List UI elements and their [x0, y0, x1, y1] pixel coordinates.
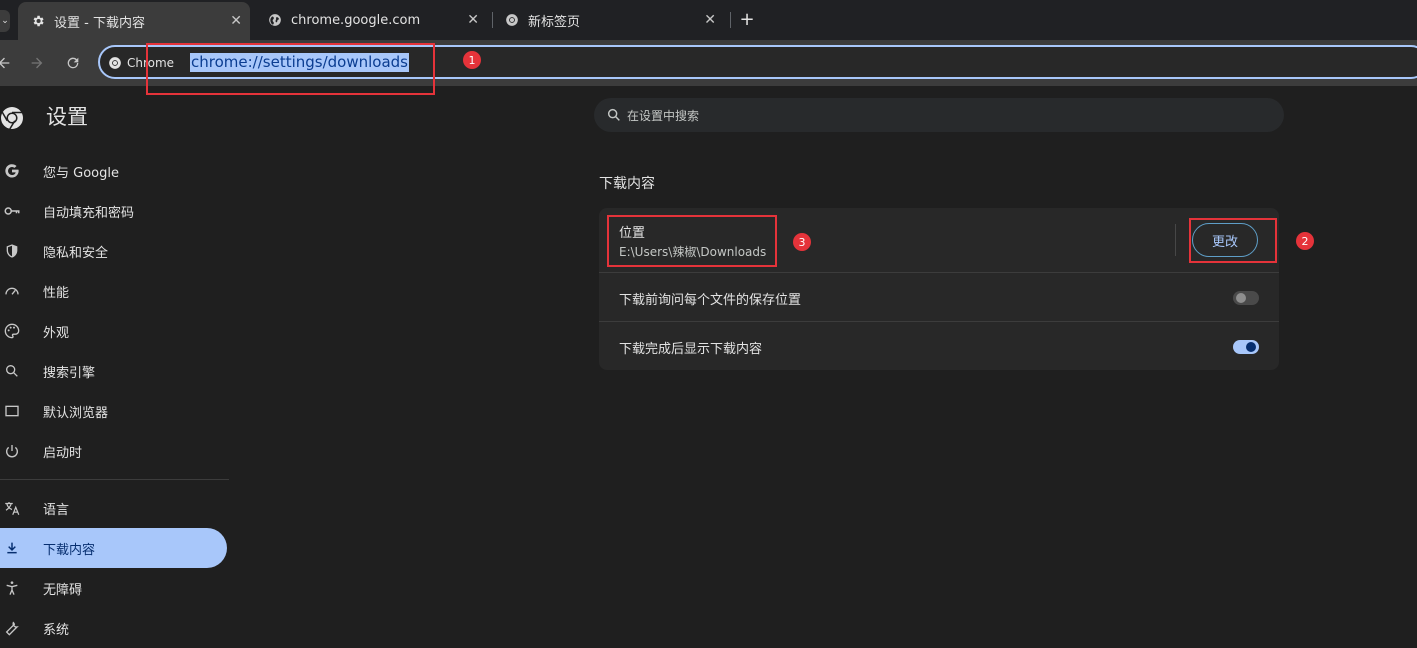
tab-title: 新标签页: [528, 14, 581, 30]
sidebar-item-search-engine[interactable]: 搜索引擎: [0, 351, 227, 391]
globe-icon: [267, 12, 283, 28]
gear-icon: [30, 13, 46, 29]
tab-close-icon[interactable]: ✕: [467, 12, 479, 28]
show-downloads-row[interactable]: 下载完成后显示下载内容: [599, 321, 1279, 370]
shield-icon: [3, 242, 21, 260]
annotation-marker-3: 3: [793, 233, 811, 251]
annotation-marker-1: 1: [463, 51, 481, 69]
tab-close-icon[interactable]: ✕: [230, 13, 242, 29]
settings-search-box[interactable]: 在设置中搜索: [594, 98, 1284, 132]
sidebar-divider: [0, 479, 229, 480]
accessibility-icon: [3, 579, 21, 597]
toggle-knob: [1246, 342, 1256, 352]
tab-chrome-google[interactable]: chrome.google.com ✕: [255, 0, 487, 40]
tab-strip: ⌄ 设置 - 下载内容 ✕ chrome.google.com ✕ 新标签页 ✕…: [0, 0, 1417, 40]
ask-location-row[interactable]: 下载前询问每个文件的保存位置: [599, 272, 1279, 321]
browser-window-icon: [3, 402, 21, 420]
tab-close-icon[interactable]: ✕: [704, 12, 716, 28]
sidebar-item-appearance[interactable]: 外观: [0, 311, 227, 351]
sidebar-item-privacy[interactable]: 隐私和安全: [0, 231, 227, 271]
chrome-icon: [504, 12, 520, 28]
show-downloads-label: 下载完成后显示下载内容: [619, 342, 763, 357]
search-icon: [3, 362, 21, 380]
ask-location-label: 下载前询问每个文件的保存位置: [619, 293, 802, 308]
search-placeholder: 在设置中搜索: [627, 108, 700, 123]
toggle-knob: [1236, 293, 1246, 303]
palette-icon: [3, 322, 21, 340]
chrome-icon: [109, 57, 121, 69]
new-tab-button[interactable]: +: [738, 9, 756, 31]
translate-icon: [3, 499, 21, 517]
download-icon: [3, 539, 21, 557]
annotation-box-3: [607, 215, 777, 267]
sidebar-item-autofill[interactable]: 自动填充和密码: [0, 191, 227, 231]
key-icon: [3, 202, 21, 220]
tab-divider: [730, 12, 731, 28]
google-g-icon: [3, 162, 21, 180]
tab-title: 设置 - 下载内容: [54, 15, 145, 31]
section-title: 下载内容: [599, 176, 655, 192]
annotation-box-2: [1189, 218, 1277, 263]
tab-search-chevron-icon[interactable]: ⌄: [0, 10, 10, 32]
ask-location-toggle[interactable]: [1233, 291, 1259, 305]
sidebar-item-on-startup[interactable]: 启动时: [0, 431, 227, 471]
sidebar-item-system[interactable]: 系统: [0, 608, 227, 648]
tab-new-tab[interactable]: 新标签页 ✕: [492, 0, 724, 40]
sidebar-item-you-and-google[interactable]: 您与 Google: [0, 151, 227, 191]
search-icon: [607, 108, 620, 121]
tab-settings-downloads[interactable]: 设置 - 下载内容 ✕: [18, 2, 250, 40]
speedometer-icon: [3, 282, 21, 300]
power-icon: [3, 442, 21, 460]
annotation-marker-2: 2: [1296, 232, 1314, 250]
sidebar-item-performance[interactable]: 性能: [0, 271, 227, 311]
row-divider: [1175, 224, 1176, 256]
chrome-logo-icon: [1, 107, 23, 130]
show-downloads-toggle[interactable]: [1233, 340, 1259, 354]
annotation-box-1: [146, 43, 435, 95]
reload-icon[interactable]: [63, 53, 83, 73]
sidebar-item-languages[interactable]: 语言: [0, 488, 227, 528]
back-arrow-icon[interactable]: [0, 53, 14, 73]
forward-arrow-icon[interactable]: [27, 53, 47, 73]
wrench-icon: [3, 619, 21, 637]
tab-title: chrome.google.com: [291, 12, 421, 28]
sidebar-item-default-browser[interactable]: 默认浏览器: [0, 391, 227, 431]
sidebar-item-downloads[interactable]: 下载内容: [0, 528, 227, 568]
page-title: 设置: [46, 105, 88, 129]
sidebar-item-accessibility[interactable]: 无障碍: [0, 568, 227, 608]
